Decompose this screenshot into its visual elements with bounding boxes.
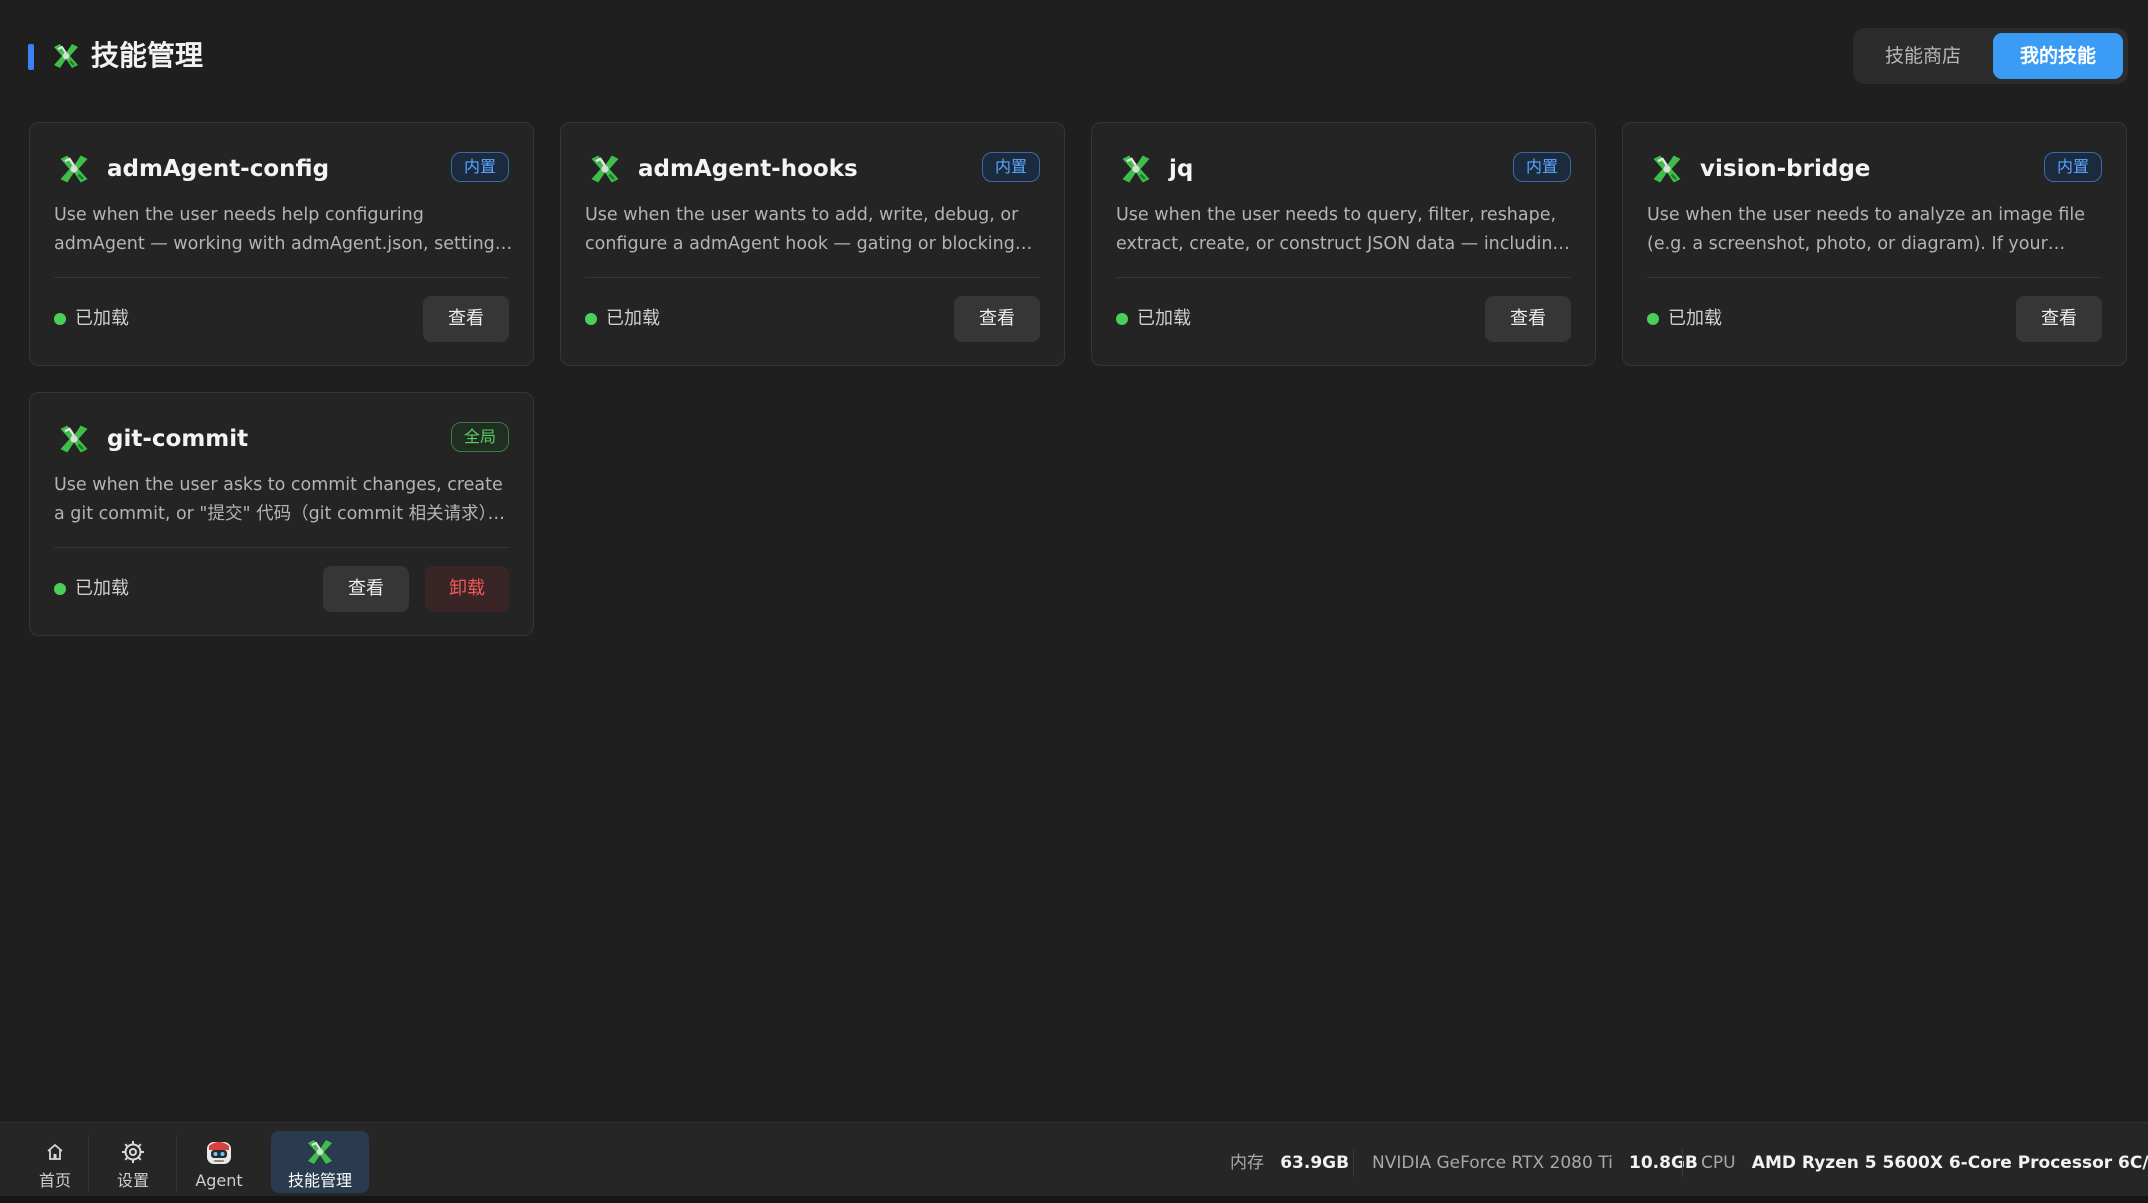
view-button[interactable]: 查看 [423,296,509,342]
view-button[interactable]: 查看 [323,566,409,612]
skill-status: 已加载 [1137,308,1191,329]
nav-label: 技能管理 [287,1171,352,1190]
puzzle-icon [1122,155,1150,183]
skill-card: vision-bridge 内置 Use when the user needs… [1622,122,2127,366]
cpu-label: CPU [1701,1153,1736,1173]
status-dot [54,313,66,325]
memory-value: 63.9GB [1280,1153,1350,1173]
unload-button[interactable]: 卸载 [425,566,509,612]
skill-card: jq 内置 Use when the user needs to query, … [1091,122,1596,366]
status-dot [585,313,597,325]
view-button[interactable]: 查看 [2016,296,2102,342]
nav-label: Agent [195,1171,243,1190]
nav-label: 设置 [116,1171,149,1190]
skill-name: vision-bridge [1700,156,1871,182]
memory-label: 内存 [1230,1153,1264,1173]
nav-agent[interactable]: Agent [184,1131,254,1193]
status-dot [54,583,66,595]
card-divider [585,277,1040,278]
skill-description: Use when the user wants to add, write, d… [585,205,1019,254]
puzzle-icon [1653,155,1681,183]
puzzle-icon [591,155,619,183]
skill-description: Use when the user asks to commit changes… [54,475,505,524]
tab-my-skills[interactable]: 我的技能 [1993,33,2123,79]
status-dot [1647,313,1659,325]
skill-card: admAgent-hooks 内置 Use when the user want… [560,122,1065,366]
skill-name: admAgent-hooks [638,156,858,182]
skill-tag: 内置 [1512,152,1571,182]
window-edge [0,1196,2148,1203]
card-divider [1647,277,2102,278]
view-button[interactable]: 查看 [954,296,1040,342]
nav-divider [176,1135,177,1191]
skill-description: Use when the user needs help configuring… [54,205,495,254]
view-switcher: 技能商店 我的技能 [1853,28,2128,84]
skill-status: 已加载 [1668,308,1722,329]
gear-icon [98,1137,168,1167]
nav-settings[interactable]: 设置 [98,1131,168,1193]
stat-divider [1353,1149,1354,1177]
puzzle-icon [54,44,78,68]
home-icon [20,1137,90,1167]
skill-tag: 内置 [2043,152,2102,182]
skill-status: 已加载 [75,578,129,599]
skill-status: 已加载 [606,308,660,329]
skill-status: 已加载 [75,308,129,329]
skill-tag: 内置 [981,152,1040,182]
card-divider [54,547,509,548]
card-divider [54,277,509,278]
nav-home[interactable]: 首页 [20,1131,90,1193]
puzzle-icon [271,1137,369,1167]
skill-description: Use when the user needs to analyze an im… [1647,205,2086,254]
gpu-stat: NVIDIA GeForce RTX 2080 Ti 10.8GB [1372,1151,1698,1175]
memory-stat: 内存 63.9GB [1230,1151,1349,1175]
nav-skill-management[interactable]: 技能管理 [271,1131,369,1193]
nav-label: 首页 [38,1171,71,1190]
puzzle-icon [60,425,88,453]
skill-description: Use when the user needs to query, filter… [1116,205,1564,254]
gpu-label: NVIDIA GeForce RTX 2080 Ti [1372,1153,1613,1173]
nav-divider [88,1135,89,1191]
app-root: 技能管理 技能商店 我的技能 admAgent-config 内置 Use wh… [0,0,2148,1203]
skill-card: admAgent-config 内置 Use when the user nee… [29,122,534,366]
page-header: 技能管理 技能商店 我的技能 [0,0,2148,112]
robot-icon [184,1137,254,1167]
title-accent-bar [28,44,34,70]
skill-tag: 内置 [450,152,509,182]
puzzle-icon [60,155,88,183]
view-button[interactable]: 查看 [1485,296,1571,342]
skill-name: jq [1169,156,1194,182]
gpu-value: 10.8GB [1629,1153,1698,1173]
cpu-stat: CPU AMD Ryzen 5 5600X 6-Core Processor 6… [1701,1151,2148,1175]
card-divider [1116,277,1571,278]
bottom-bar: 首页 设置 Agent 技能管理 内存 63.9GB NVIDIA GeForc… [0,1122,2148,1203]
skill-name: admAgent-config [107,156,330,182]
status-dot [1116,313,1128,325]
skill-tag: 全局 [450,422,509,452]
skill-card: git-commit 全局 Use when the user asks to … [29,392,534,636]
skill-name: git-commit [107,426,249,452]
stat-divider [1682,1149,1683,1177]
page-title: 技能管理 [91,39,204,72]
tab-skill-store[interactable]: 技能商店 [1858,33,1988,79]
cpu-value: AMD Ryzen 5 5600X 6-Core Processor 6C/12… [1751,1153,2148,1173]
